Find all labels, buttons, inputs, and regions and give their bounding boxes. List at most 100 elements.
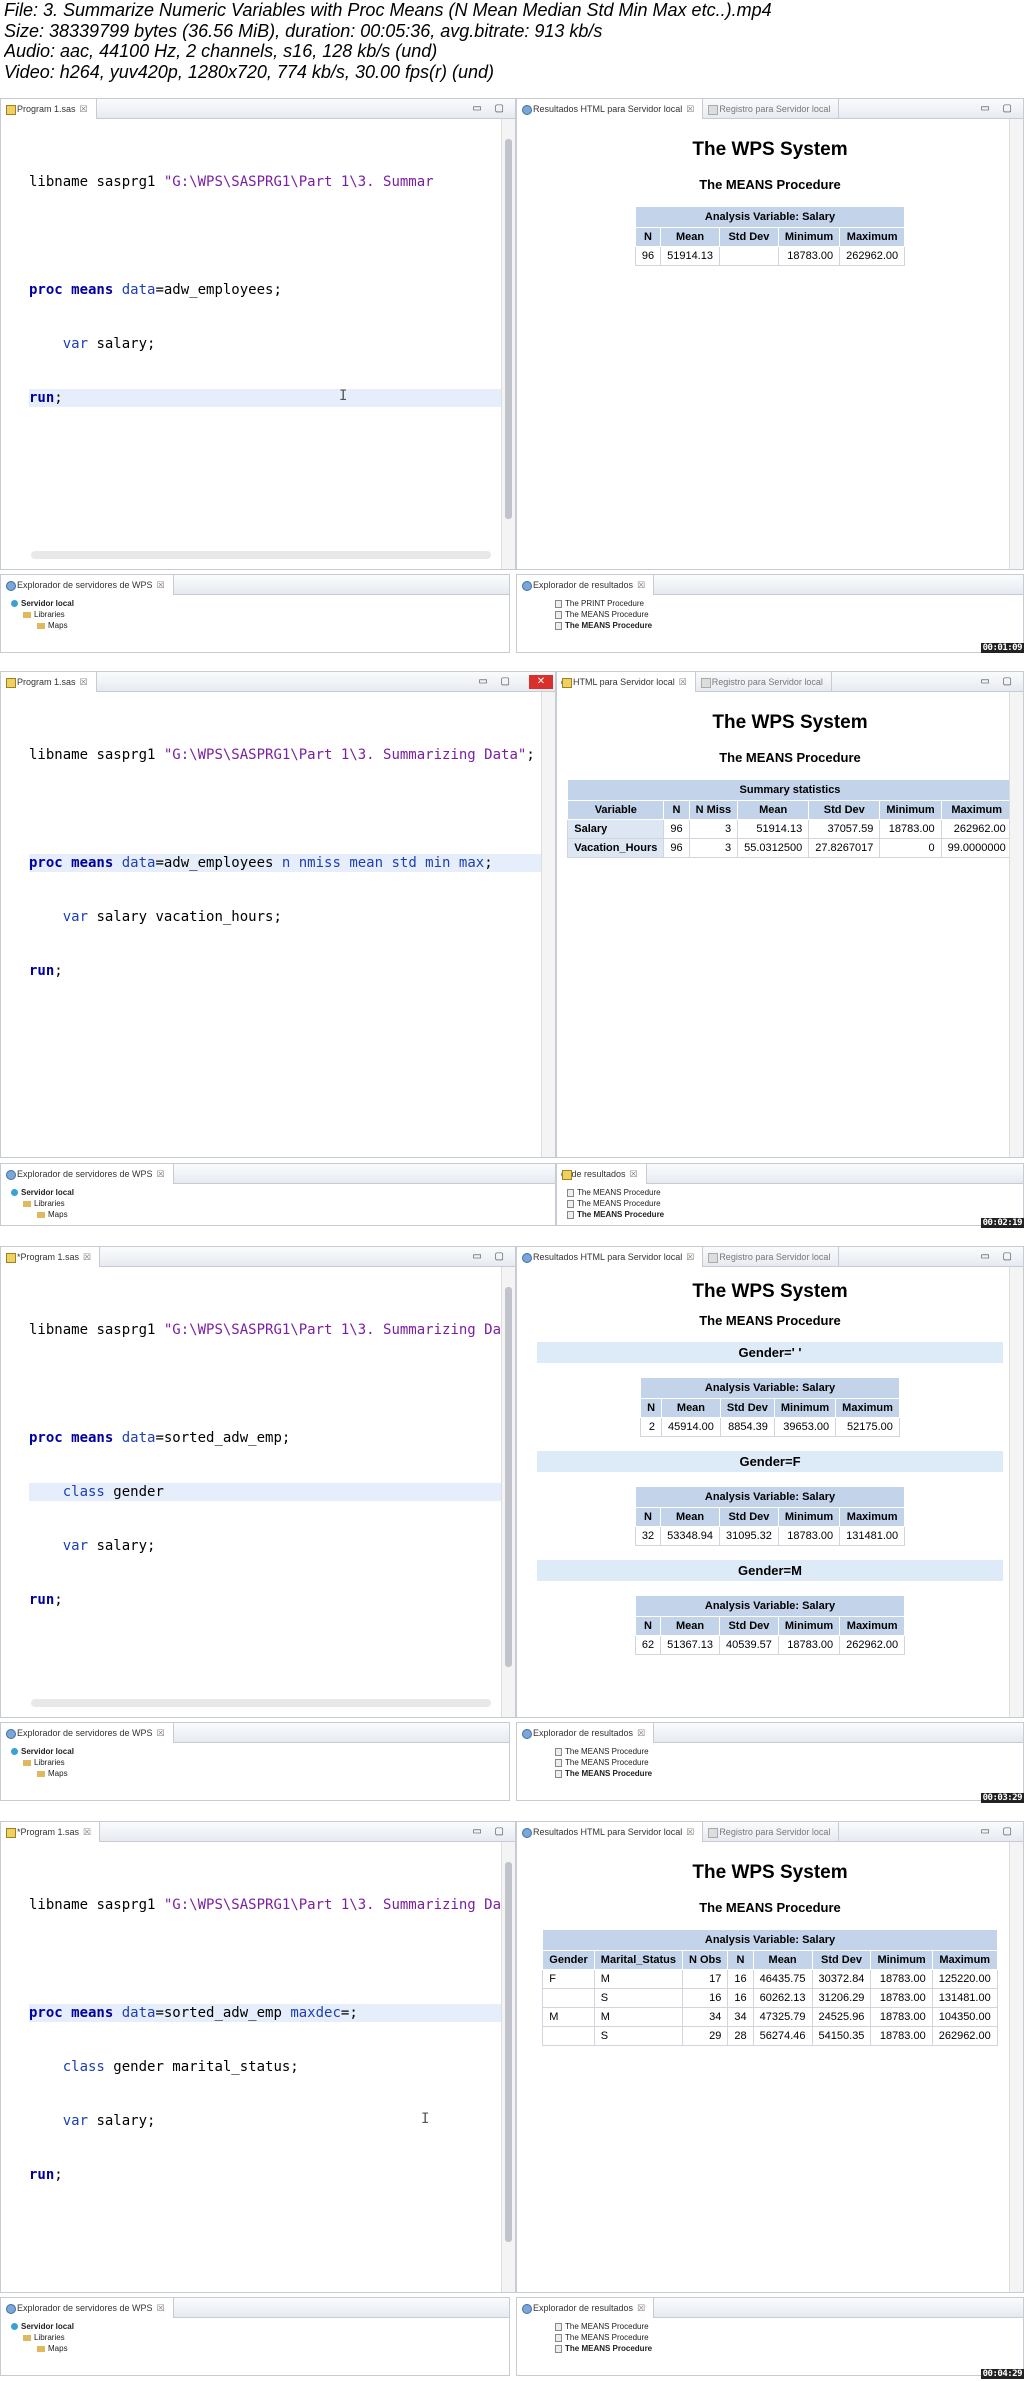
tree-item-libraries[interactable]: Libraries (11, 1757, 509, 1768)
column-header: Minimum (777, 1616, 841, 1636)
tab-html-results[interactable]: Resultados HTML para Servidor local ☒ (517, 1247, 704, 1267)
close-icon[interactable]: ☒ (157, 580, 165, 590)
tab-program-1[interactable]: Program 1.sas ☒ (1, 672, 97, 692)
ibeam-cursor-icon: I (339, 388, 348, 404)
tree-item-result[interactable]: The MEANS Procedure (527, 2332, 1023, 2343)
tree-item-server[interactable]: Servidor local (11, 598, 509, 609)
tab-label: Explorador de servidores de WPS (17, 2303, 153, 2313)
tree-item-libraries[interactable]: Libraries (11, 609, 509, 620)
close-icon[interactable]: ☒ (637, 2303, 645, 2313)
tree-item-libraries[interactable]: Libraries (11, 1198, 555, 1209)
tab-server-explorer[interactable]: Explorador de servidores de WPS ☒ (1, 1723, 174, 1743)
close-window-icon[interactable]: ✕ (529, 675, 553, 689)
tree-item-server[interactable]: Servidor local (11, 1746, 509, 1757)
server-tree: Servidor local Libraries Maps (1, 2318, 509, 2354)
close-icon[interactable]: ☒ (686, 1827, 694, 1837)
tab-html-results[interactable]: os HTML para Servidor local ☒ (557, 672, 696, 692)
tab-log[interactable]: Registro para Servidor local (703, 1822, 840, 1842)
tree-item-result[interactable]: The MEANS Procedure (527, 1757, 1023, 1768)
code-editor[interactable]: libname sasprg1 "G:\WPS\SASPRG1\Part 1\3… (1, 1842, 515, 2220)
editor-vertical-scrollbar[interactable] (501, 1842, 515, 2292)
close-icon[interactable]: ☒ (637, 1728, 645, 1738)
code-editor[interactable]: libname sasprg1 "G:\WPS\SASPRG1\Part 1\3… (1, 1267, 515, 1645)
code-editor[interactable]: libname sasprg1 "G:\WPS\SASPRG1\Part 1\3… (1, 692, 555, 1016)
close-icon[interactable]: ☒ (630, 1169, 638, 1179)
tree-item-result[interactable]: The MEANS Procedure (527, 1768, 1023, 1779)
tab-server-explorer[interactable]: Explorador de servidores de WPS ☒ (1, 575, 174, 595)
tab-program-1[interactable]: *Program 1.sas ☒ (1, 1247, 101, 1267)
results-vertical-scrollbar[interactable] (1009, 692, 1023, 1157)
tab-log[interactable]: Registro para Servidor local (696, 672, 832, 692)
column-header: Variable (567, 800, 665, 820)
scrollbar-thumb[interactable] (505, 139, 512, 519)
window-buttons[interactable]: ▭ ▢ (980, 99, 1017, 119)
tab-server-explorer[interactable]: Explorador de servidores de WPS ☒ (1, 1164, 174, 1184)
code-token: =adw_employees; (155, 282, 282, 298)
close-icon[interactable]: ☒ (679, 677, 687, 687)
tree-item-result[interactable]: The MEANS Procedure (567, 1187, 1023, 1198)
tab-results-explorer[interactable]: Explorador de resultados ☒ (517, 575, 655, 595)
close-icon[interactable]: ☒ (686, 104, 694, 114)
close-icon[interactable]: ☒ (157, 1728, 165, 1738)
editor-vertical-scrollbar[interactable] (501, 119, 515, 569)
close-icon[interactable]: ☒ (157, 1169, 165, 1179)
close-icon[interactable]: ☒ (637, 580, 645, 590)
tab-program-1[interactable]: Program 1.sas ☒ (1, 99, 97, 119)
tab-label: Registro para Servidor local (719, 1252, 831, 1262)
tree-item-result[interactable]: The MEANS Procedure (527, 2321, 1023, 2332)
video-info-line: Video: h264, yuv420p, 1280x720, 774 kb/s… (4, 61, 494, 82)
close-icon[interactable]: ☒ (157, 2303, 165, 2313)
window-buttons[interactable]: ▭ ▢ (472, 1247, 509, 1267)
tree-item-maps[interactable]: Maps (11, 2343, 509, 2354)
tree-item-maps[interactable]: Maps (11, 1209, 555, 1220)
tree-item-result[interactable]: The MEANS Procedure (527, 1746, 1023, 1757)
tab-server-explorer[interactable]: Explorador de servidores de WPS ☒ (1, 2298, 174, 2318)
tree-item-result[interactable]: The MEANS Procedure (567, 1198, 1023, 1209)
results-vertical-scrollbar[interactable] (1009, 1267, 1023, 1717)
close-icon[interactable]: ☒ (80, 104, 88, 114)
tree-item-server[interactable]: Servidor local (11, 1187, 555, 1198)
tree-item-result[interactable]: The MEANS Procedure (527, 2343, 1023, 2354)
window-buttons[interactable]: ▭ ▢ (472, 1822, 509, 1842)
tree-item-libraries[interactable]: Libraries (11, 2332, 509, 2343)
window-buttons[interactable]: ▭ ▢ (980, 1247, 1017, 1267)
results-vertical-scrollbar[interactable] (1009, 1842, 1023, 2292)
window-buttons[interactable]: ▭ ▢ (980, 1822, 1017, 1842)
tree-item-maps[interactable]: Maps (11, 1768, 509, 1779)
window-buttons[interactable]: ▭ ▢ (980, 672, 1017, 692)
tree-item-result[interactable]: The MEANS Procedure (527, 609, 1023, 620)
close-icon[interactable]: ☒ (83, 1827, 91, 1837)
close-icon[interactable]: ☒ (83, 1252, 91, 1262)
window-buttons[interactable]: ▭ ▢ (472, 99, 509, 119)
close-icon[interactable]: ☒ (686, 1252, 694, 1262)
editor-vertical-scrollbar[interactable] (541, 692, 555, 1157)
tab-html-results[interactable]: Resultados HTML para Servidor local ☒ (517, 99, 704, 119)
window-buttons[interactable]: ▭ ▢ (478, 672, 515, 692)
tab-results-explorer[interactable]: Explorador de resultados ☒ (517, 2298, 655, 2318)
scrollbar-thumb[interactable] (505, 1287, 512, 1667)
code-token: sasprg1 (88, 1322, 164, 1338)
code-line: run; (29, 2166, 515, 2184)
editor-horizontal-scrollbar[interactable] (31, 1699, 491, 1707)
report-procedure: The MEANS Procedure (699, 1313, 841, 1328)
tree-item-server[interactable]: Servidor local (11, 2321, 509, 2332)
tab-results-explorer[interactable]: or de resultados ☒ (557, 1164, 647, 1184)
results-vertical-scrollbar[interactable] (1009, 119, 1023, 569)
code-editor[interactable]: libname sasprg1 "G:\WPS\SASPRG1\Part 1\3… (1, 119, 515, 443)
tree-item-maps[interactable]: Maps (11, 620, 509, 631)
editor-vertical-scrollbar[interactable] (501, 1267, 515, 1717)
tab-log[interactable]: Registro para Servidor local (703, 1247, 840, 1267)
editor-horizontal-scrollbar[interactable] (31, 551, 491, 559)
tree-item-result[interactable]: The MEANS Procedure (527, 620, 1023, 631)
tree-label: Maps (48, 621, 68, 630)
tree-item-result[interactable]: The MEANS Procedure (567, 1209, 1023, 1220)
close-icon[interactable]: ☒ (80, 677, 88, 687)
html-report: The WPS System The MEANS Procedure Analy… (517, 1842, 1023, 2046)
scrollbar-thumb[interactable] (505, 1862, 512, 2242)
tab-log[interactable]: Registro para Servidor local (703, 99, 840, 119)
tree-item-result[interactable]: The PRINT Procedure (527, 598, 1023, 609)
tab-program-1[interactable]: *Program 1.sas ☒ (1, 1822, 101, 1842)
tab-html-results[interactable]: Resultados HTML para Servidor local ☒ (517, 1822, 704, 1842)
tab-results-explorer[interactable]: Explorador de resultados ☒ (517, 1723, 655, 1743)
